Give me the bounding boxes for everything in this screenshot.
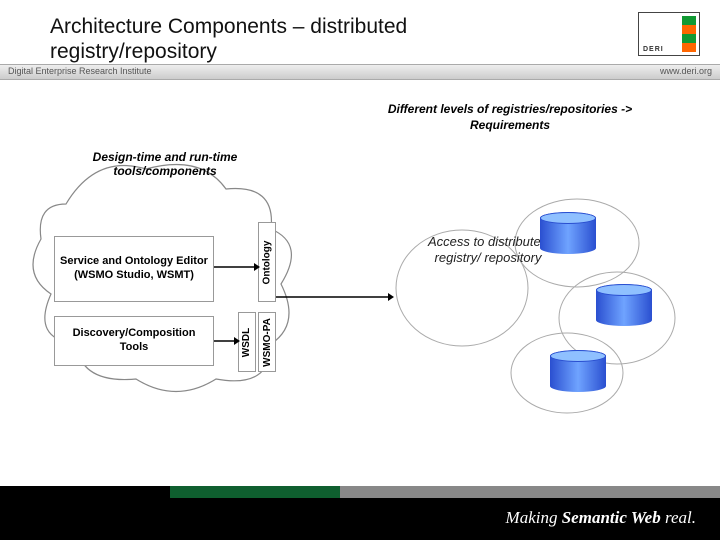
site-url: www.deri.org: [660, 66, 712, 76]
wsmopa-bar-label: WSMO-PA: [262, 318, 273, 367]
discovery-box-text: Discovery/Composition Tools: [59, 327, 209, 355]
wsmopa-bar: WSMO-PA: [258, 312, 276, 372]
ontology-bar: Ontology: [258, 222, 276, 302]
footer-brand-prefix: Making: [506, 508, 562, 527]
wsdl-bar: WSDL: [238, 312, 256, 372]
access-label: Access to distributed registry/ reposito…: [428, 234, 548, 267]
arrow-discovery-to-wsdl: [214, 336, 240, 346]
database-cylinder-a: [540, 212, 596, 254]
design-time-label: Design-time and run-time tools/component…: [60, 150, 270, 179]
discovery-box: Discovery/Composition Tools: [54, 316, 214, 366]
editor-box: Service and Ontology Editor (WSMO Studio…: [54, 236, 214, 302]
footer-brand: Making Semantic Web real.: [506, 508, 696, 528]
page-title: Architecture Components – distributed re…: [50, 14, 500, 64]
slide-number: 21: [36, 507, 50, 522]
database-cylinder-c: [550, 350, 606, 392]
arrow-bars-to-cloud: [276, 292, 396, 302]
sub-header-bar: Digital Enterprise Research Institute ww…: [0, 64, 720, 80]
footer-bar: Making Semantic Web real.: [0, 486, 720, 540]
arrow-editor-to-ontology: [214, 262, 260, 272]
institute-name: Digital Enterprise Research Institute: [8, 66, 152, 76]
footer-brand-mid: Semantic Web: [562, 508, 661, 527]
database-cylinder-b: [596, 284, 652, 326]
footer-brand-suffix: real.: [661, 508, 696, 527]
requirements-note: Different levels of registries/repositor…: [360, 102, 660, 133]
wsdl-bar-label: WSDL: [242, 327, 253, 356]
ontology-bar-label: Ontology: [262, 240, 273, 284]
deri-logo: DERI: [638, 12, 700, 56]
logo-text: DERI: [643, 46, 664, 53]
editor-box-text: Service and Ontology Editor (WSMO Studio…: [59, 255, 209, 283]
